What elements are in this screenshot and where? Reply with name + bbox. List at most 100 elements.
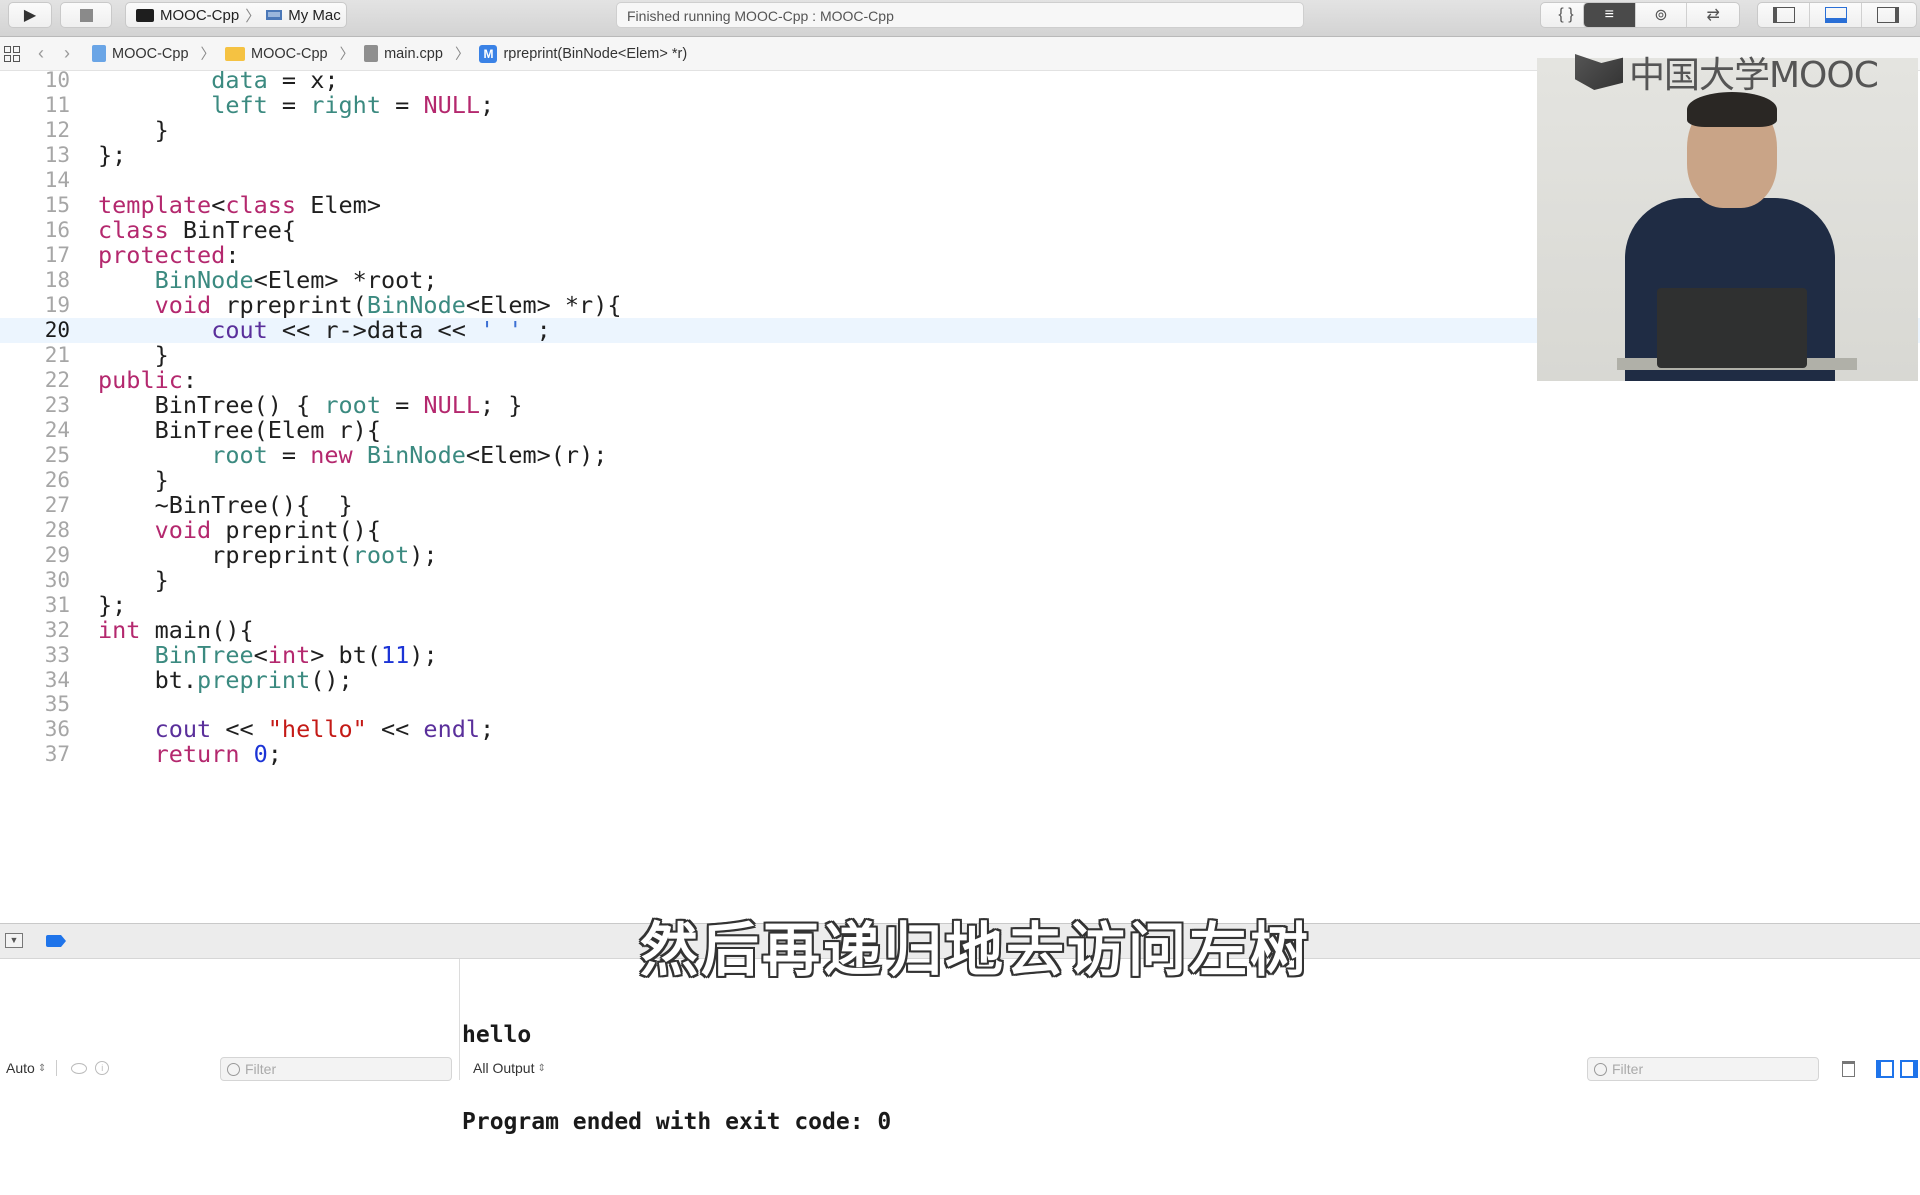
version-editor-icon[interactable]: ⇄: [1687, 3, 1739, 27]
line-number[interactable]: 28: [0, 518, 70, 542]
line-number[interactable]: 26: [0, 468, 70, 492]
line-number[interactable]: 22: [0, 368, 70, 392]
line-number[interactable]: 21: [0, 343, 70, 367]
code-line[interactable]: 24 BinTree(Elem r){: [0, 416, 1920, 444]
line-number[interactable]: 13: [0, 143, 70, 167]
variables-scope-selector[interactable]: Auto ⇕ i: [6, 1060, 110, 1076]
line-number[interactable]: 16: [0, 218, 70, 242]
token: ;: [480, 715, 495, 744]
line-number[interactable]: 12: [0, 118, 70, 142]
trash-icon[interactable]: [1842, 1061, 1855, 1077]
line-number[interactable]: 35: [0, 692, 70, 716]
code-line[interactable]: 32 int main(){: [0, 615, 1920, 644]
info-icon[interactable]: i: [95, 1061, 110, 1075]
console-filter-input[interactable]: Filter: [1587, 1057, 1819, 1081]
scheme-selector[interactable]: MOOC-Cpp 〉 My Mac: [125, 2, 347, 28]
debug-panel-icon[interactable]: [1810, 3, 1862, 27]
token-kw: class: [225, 191, 297, 220]
breakpoints-toggle-icon[interactable]: [46, 935, 66, 947]
line-number[interactable]: 29: [0, 543, 70, 567]
code-line[interactable]: 27 ~BinTree(){ }: [0, 491, 1920, 519]
hide-debug-area-button[interactable]: ▼: [5, 933, 23, 948]
token-kw: template: [98, 191, 212, 220]
breadcrumb-method[interactable]: M rpreprint(BinNode<Elem> *r): [479, 44, 688, 63]
back-button[interactable]: ‹: [38, 43, 44, 64]
line-number[interactable]: 31: [0, 593, 70, 617]
breadcrumb-folder[interactable]: MOOC-Cpp 〉: [225, 43, 354, 64]
line-number[interactable]: 15: [0, 193, 70, 217]
line-number[interactable]: 10: [0, 71, 70, 92]
token-kw: int: [98, 615, 141, 644]
line-number[interactable]: 36: [0, 717, 70, 741]
line-number[interactable]: 24: [0, 418, 70, 442]
line-number[interactable]: 32: [0, 618, 70, 642]
navigator-panel-icon[interactable]: [1758, 3, 1810, 27]
code-text: template<class Elem>: [98, 191, 381, 219]
breadcrumb-file[interactable]: main.cpp 〉: [364, 43, 469, 64]
stop-button[interactable]: [60, 2, 112, 28]
line-number[interactable]: 37: [0, 742, 70, 766]
breadcrumb-project[interactable]: MOOC-Cpp 〉: [92, 43, 215, 64]
scope-label: Auto: [6, 1060, 35, 1076]
token: ; }: [480, 390, 523, 419]
token: =: [267, 91, 311, 120]
code-line[interactable]: 37 return 0;: [0, 740, 1920, 768]
mooc-logo: 中国大学MOOC: [1575, 46, 1879, 98]
line-number[interactable]: 23: [0, 393, 70, 417]
token-ty: left: [211, 91, 268, 120]
play-icon: ▶: [23, 7, 37, 24]
token: preprint(){: [211, 515, 381, 544]
code-line[interactable]: 34 bt.preprint();: [0, 666, 1920, 694]
token-kw: return: [154, 740, 240, 769]
code-line[interactable]: 23 BinTree() { root = NULL; }: [0, 390, 1920, 419]
token-kw: void: [154, 515, 212, 544]
code-line[interactable]: 25 root = new BinNode<Elem>(r);: [0, 441, 1920, 469]
console-output: hello Program ended with exit code: 0: [462, 963, 891, 1195]
assistant-editor-icon[interactable]: ⊚: [1636, 3, 1688, 27]
line-number[interactable]: 19: [0, 293, 70, 317]
show-variables-pane-button[interactable]: [1876, 1060, 1894, 1078]
token: rpreprint(: [98, 540, 353, 569]
code-line[interactable]: 31};: [0, 591, 1920, 619]
related-items-icon[interactable]: [4, 45, 20, 62]
token: <: [253, 640, 268, 669]
code-line[interactable]: 28 void preprint(){: [0, 515, 1920, 544]
toolbar: ▶ MOOC-Cpp 〉 My Mac Finished running MOO…: [0, 0, 1920, 37]
token: :: [225, 241, 240, 270]
eye-icon[interactable]: [71, 1062, 88, 1074]
breadcrumb-label: rpreprint(BinNode<Elem> *r): [503, 45, 688, 62]
code-line[interactable]: 33 BinTree<int> bt(11);: [0, 640, 1920, 669]
line-number[interactable]: 18: [0, 268, 70, 292]
scheme-name[interactable]: MOOC-Cpp: [160, 7, 239, 24]
panel-toggle-group: [1757, 2, 1917, 28]
file-icon: [364, 45, 379, 62]
code-line[interactable]: 35: [0, 692, 1920, 717]
token-ty: BinNode: [366, 291, 466, 320]
line-number[interactable]: 25: [0, 443, 70, 467]
filter-placeholder: Filter: [1612, 1061, 1644, 1077]
standard-editor-icon[interactable]: ≡: [1584, 3, 1636, 27]
line-number[interactable]: 14: [0, 168, 70, 192]
output-selector[interactable]: All Output ⇕: [473, 1060, 546, 1076]
forward-button[interactable]: ›: [64, 43, 70, 64]
line-number[interactable]: 30: [0, 568, 70, 592]
code-line[interactable]: 30 }: [0, 566, 1920, 594]
run-button[interactable]: ▶: [8, 2, 52, 28]
line-number[interactable]: 27: [0, 493, 70, 517]
filter-icon: [227, 1062, 240, 1076]
token-ty: right: [310, 91, 381, 120]
line-number[interactable]: 33: [0, 643, 70, 667]
code-line[interactable]: 29 rpreprint(root);: [0, 540, 1920, 569]
code-text: return 0;: [98, 740, 282, 768]
code-line[interactable]: 36 cout << "hello" << endl;: [0, 715, 1920, 744]
line-number[interactable]: 34: [0, 668, 70, 692]
line-number[interactable]: 17: [0, 243, 70, 267]
destination-name[interactable]: My Mac: [288, 7, 341, 24]
variables-filter-input[interactable]: Filter: [220, 1057, 452, 1081]
utilities-panel-icon[interactable]: [1862, 3, 1914, 27]
show-console-pane-button[interactable]: [1900, 1060, 1918, 1078]
line-number[interactable]: 20: [0, 318, 70, 342]
code-line[interactable]: 26 }: [0, 466, 1920, 494]
line-number[interactable]: 11: [0, 93, 70, 117]
